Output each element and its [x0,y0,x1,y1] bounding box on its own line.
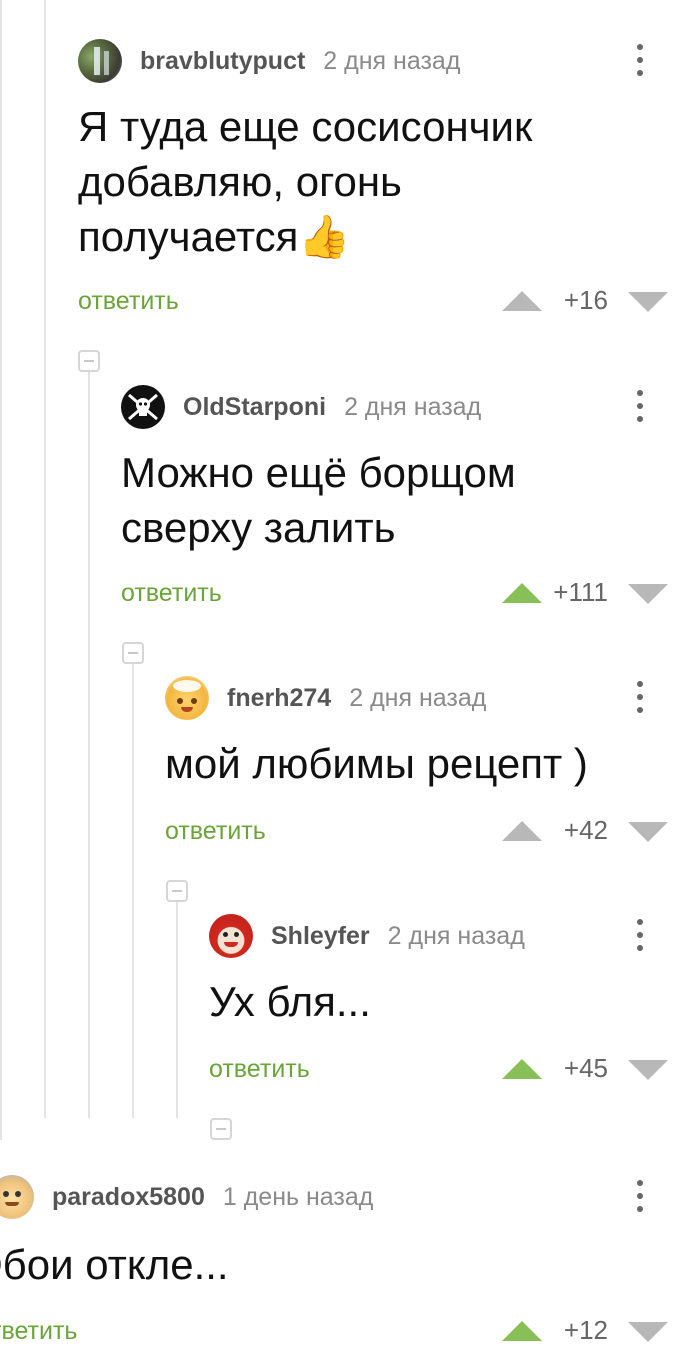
avatar[interactable] [209,914,253,958]
more-options-icon[interactable] [628,1176,652,1216]
more-options-icon[interactable] [628,386,652,426]
upvote-icon[interactable] [502,1321,542,1341]
downvote-icon[interactable] [628,822,668,842]
comment-timestamp: 2 дня назад [349,683,487,712]
collapse-thread-button[interactable] [166,880,188,902]
upvote-icon[interactable] [502,291,542,311]
comment-text: Я туда еще сосисончик добавляю, огонь по… [78,103,533,260]
more-options-icon[interactable] [628,40,652,80]
upvote-icon[interactable] [502,821,542,841]
collapse-thread-button[interactable] [122,642,144,664]
comment-header: bravblutypuct 2 дня назад [78,38,460,84]
avatar[interactable] [78,39,122,83]
more-options-icon[interactable] [628,915,652,955]
upvote-icon[interactable] [502,583,542,603]
comment-rating: +12 [563,1315,608,1345]
reply-button[interactable]: ответить [209,1055,310,1084]
username[interactable]: bravblutypuct [140,47,305,76]
comment-header: paradox5800 1 день назад [0,1174,373,1220]
comment-timestamp: 2 дня назад [387,921,525,950]
comment-header: OldStarponi 2 дня назад [121,384,481,430]
avatar[interactable] [165,676,209,720]
thread-line [0,0,2,1140]
reply-button[interactable]: ответить [165,817,266,846]
username[interactable]: paradox5800 [52,1183,205,1212]
comment: fnerh274 2 дня назад мой любимы рецепт )… [165,675,700,855]
collapse-thread-button[interactable] [210,1118,232,1140]
comment-text: Ух бля... [209,978,371,1025]
comment: bravblutypuct 2 дня назад Я туда еще сос… [78,38,700,328]
thread-line [132,664,134,1118]
comment-header: Shleyfer 2 дня назад [209,913,525,959]
comment-timestamp: 1 день назад [222,1182,374,1211]
downvote-icon[interactable] [628,292,668,312]
thread-line [176,902,178,1118]
comment-rating: +111 [553,577,608,607]
avatar[interactable] [121,385,165,429]
collapse-thread-button[interactable] [78,350,100,372]
comment: OldStarponi 2 дня назад Можно ещё борщом… [121,384,700,614]
username[interactable]: OldStarponi [183,393,326,422]
comment: Shleyfer 2 дня назад Ух бля... ответить … [209,913,700,1093]
comment-text: Обои откле... [0,1241,229,1288]
downvote-icon[interactable] [628,1060,668,1080]
comment-rating: +45 [563,1053,608,1083]
upvote-icon[interactable] [502,1059,542,1079]
more-options-icon[interactable] [628,677,652,717]
reply-button[interactable]: ответить [78,287,179,316]
username[interactable]: Shleyfer [271,922,370,951]
comment-rating: +16 [563,285,608,315]
comment-text: мой любимы рецепт ) [165,740,588,787]
comment-rating: +42 [563,815,608,845]
username[interactable]: fnerh274 [227,684,331,713]
thread-line [88,372,90,1118]
downvote-icon[interactable] [628,1322,668,1342]
reply-button[interactable]: тветить [0,1317,77,1346]
avatar[interactable] [0,1175,34,1219]
comment-timestamp: 2 дня назад [323,46,461,75]
comment-text: Можно ещё борщом сверху залить [121,449,516,551]
downvote-icon[interactable] [628,584,668,604]
comment: paradox5800 1 день назад Обои откле... т… [0,1174,700,1354]
comment-header: fnerh274 2 дня назад [165,675,486,721]
thread-line [44,0,46,1118]
comment-timestamp: 2 дня назад [344,392,482,421]
reply-button[interactable]: ответить [121,579,222,608]
